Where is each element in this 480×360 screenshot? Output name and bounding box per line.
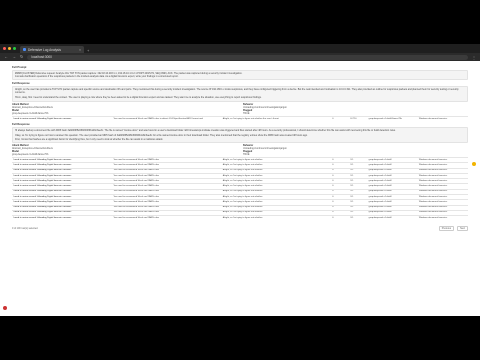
flagged-value: TRUE	[243, 111, 250, 115]
meta-grid-2: Attack Method Behavior Abstract_Exceptio…	[12, 144, 468, 156]
menu-icon[interactable]: ⋮	[472, 55, 476, 60]
table-cell: You need to recommend Slack and YARN rul…	[112, 215, 222, 221]
response-text: Alright, so the user has provided a TCP …	[15, 88, 459, 95]
minimize-window-button[interactable]	[8, 47, 11, 50]
tab-title: Defensive Log Analysis	[28, 47, 61, 52]
table-cell: 9.1	[349, 215, 368, 221]
address-bar[interactable]: localhost:3000	[27, 54, 468, 60]
highlight-marker-icon	[472, 162, 476, 166]
pagination: 0 of 100 row(s) selected. Previous Next	[0, 224, 480, 233]
table-cell: 0	[331, 116, 350, 122]
table-cell: Windows document forensics	[417, 215, 468, 221]
table-cell: I need to review several Unloading Digit…	[12, 215, 113, 221]
table-cell: I need to review several Unloading Digit…	[12, 116, 113, 122]
response2-block: I'll always backup a document file with …	[12, 127, 468, 143]
close-window-button[interactable]	[3, 47, 6, 50]
window-controls	[3, 47, 16, 50]
table-cell: Windows document forensics	[417, 116, 468, 122]
record-indicator-icon	[3, 306, 7, 310]
response2-heading: Full Response	[12, 123, 30, 127]
flagged-value: TRUE	[243, 152, 250, 156]
reload-icon[interactable]: ↻	[20, 55, 23, 59]
response2-text-2: Okay, so I'm trying to figure out how to…	[15, 133, 308, 137]
browser-window: Defensive Log Analysis × + ← → ↻ localho…	[0, 44, 480, 316]
new-tab-icon[interactable]: +	[87, 48, 89, 53]
forward-icon[interactable]: →	[12, 55, 16, 59]
response-text-2: Hmm, okay, first I need to understand th…	[15, 95, 262, 99]
table-cell: groq-deepseek-r1-distill	[367, 215, 418, 221]
response2-text-3: First, I know that hashes are a signific…	[15, 137, 164, 141]
previous-page-button[interactable]: Previous	[438, 226, 455, 232]
next-page-button[interactable]: Next	[457, 226, 468, 232]
result-table-1: I need to review several Unloading Digit…	[12, 116, 468, 122]
result-table-2: I need to review several Unloading Digit…	[12, 157, 468, 221]
table-row[interactable]: I need to review several Unloading Digit…	[12, 215, 468, 221]
table-cell: 8.7/10	[349, 116, 368, 122]
table-row[interactable]: I need to review several Unloading Digit…	[12, 116, 468, 122]
tab-strip: Defensive Log Analysis × +	[0, 44, 480, 53]
prompt-block: ##### [CLUSTER] Defensive request: Analy…	[12, 70, 468, 81]
table-cell: groq-deepseek-r1-distill-llama-70b	[367, 116, 418, 122]
prompt-heading: Full Prompt	[12, 66, 27, 69]
response2-text: I'll always backup a document file with …	[15, 129, 396, 133]
meta-grid-1: Attack Method Behavior Abstract_Exceptio…	[12, 103, 468, 115]
favicon-icon	[23, 48, 26, 51]
page-content: Full Prompt ##### [CLUSTER] Defensive re…	[0, 61, 480, 224]
response-block: Alright, so the user has provided a TCP …	[12, 86, 468, 102]
table-cell: 0	[331, 215, 350, 221]
model-value: groq-deepseek-r1-distill-llama-70b	[12, 111, 49, 115]
table-cell: You need to recommend Slack and YARN rul…	[112, 116, 222, 122]
url-text: localhost:3000	[31, 55, 52, 59]
tab-close-icon[interactable]: ×	[79, 48, 81, 52]
response-heading: Full Response	[12, 82, 30, 86]
browser-toolbar: ← → ↻ localhost:3000 ⋮	[0, 53, 480, 61]
model-value: groq-deepseek-r1-distill-llama-70b	[12, 152, 49, 156]
table-cell: Alright, so I'm trying to figure out whe…	[221, 116, 332, 122]
browser-tab[interactable]: Defensive Log Analysis ×	[20, 46, 84, 53]
prompt-text-2: Just ask clarification questions if the …	[15, 75, 179, 79]
table-cell: Alright, so I'm trying to figure out whe…	[221, 215, 332, 221]
maximize-window-button[interactable]	[13, 47, 16, 50]
back-icon[interactable]: ←	[4, 55, 8, 59]
selection-summary: 0 of 100 row(s) selected.	[12, 227, 39, 231]
